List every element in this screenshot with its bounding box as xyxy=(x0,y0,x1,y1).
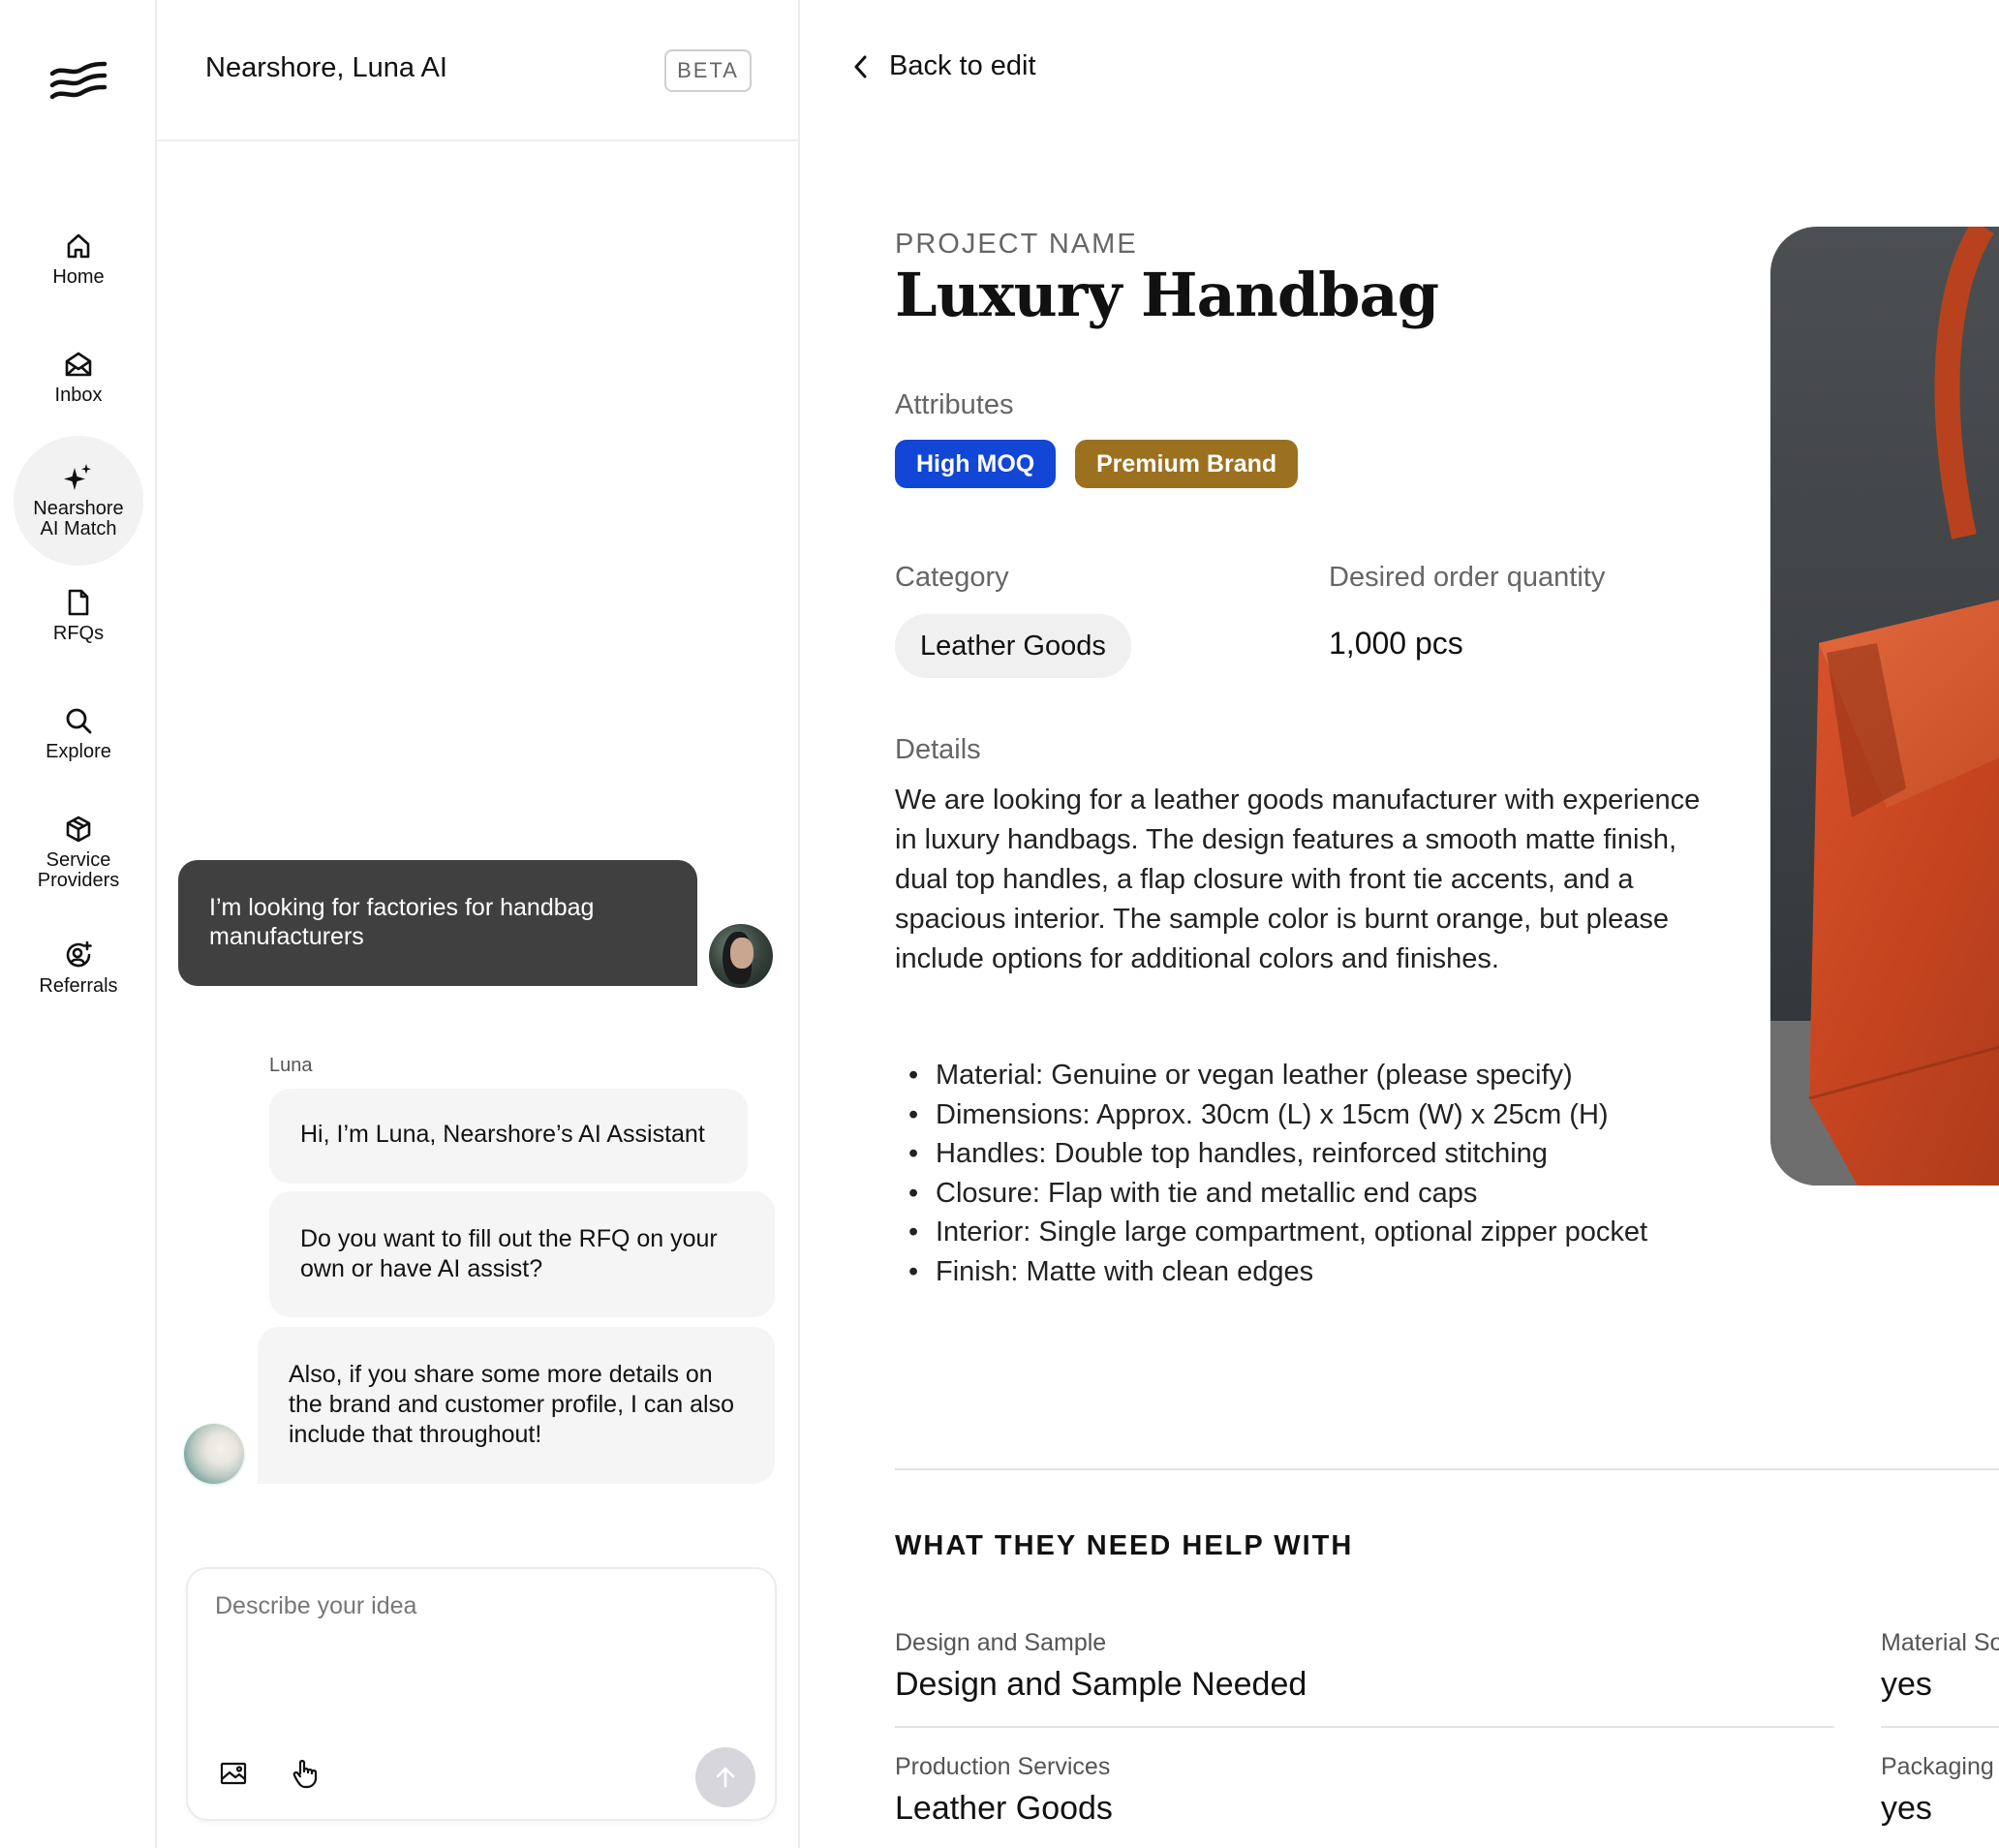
image-upload-icon[interactable] xyxy=(217,1757,250,1790)
list-item: Interior: Single large compartment, opti… xyxy=(895,1213,1747,1252)
quantity-label: Desired order quantity xyxy=(1329,562,1606,593)
product-image xyxy=(1770,227,1999,1186)
logo-icon[interactable] xyxy=(48,60,108,103)
message-input[interactable] xyxy=(215,1592,748,1738)
send-button[interactable] xyxy=(695,1747,755,1807)
nav-label: RFQs xyxy=(52,623,105,644)
nav-item-inbox[interactable]: Inbox xyxy=(14,349,143,406)
attribute-badge-premium-brand: Premium Brand xyxy=(1075,440,1299,488)
category-label: Category xyxy=(895,562,1009,593)
user-message: I’m looking for factories for handbag ma… xyxy=(178,860,697,986)
sparkle-icon xyxy=(63,462,94,493)
assistant-message: Also, if you share some more details on … xyxy=(258,1327,775,1484)
back-label: Back to edit xyxy=(889,50,1036,81)
quantity-value: 1,000 pcs xyxy=(1329,626,1463,661)
back-to-edit-button[interactable]: Back to edit xyxy=(850,50,1036,82)
search-icon xyxy=(63,705,94,736)
project-title: Luxury Handbag xyxy=(895,260,1439,330)
inbox-icon xyxy=(63,349,94,380)
list-item: Finish: Matte with clean edges xyxy=(895,1252,1747,1292)
project-name-label: PROJECT NAME xyxy=(895,229,1138,260)
nav-label: Service Providers xyxy=(37,849,120,891)
help-value: Design and Sample Needed xyxy=(895,1666,1307,1703)
chat-header: Nearshore, Luna AI BETA xyxy=(157,0,798,141)
nav-item-ai-match[interactable]: Nearshore AI Match xyxy=(14,436,143,566)
assistant-avatar xyxy=(184,1424,244,1484)
list-item: Handles: Double top handles, reinforced … xyxy=(895,1134,1747,1174)
chat-panel: Nearshore, Luna AI BETA I’m looking for … xyxy=(157,0,800,1848)
nav-item-referrals[interactable]: Referrals xyxy=(14,939,143,997)
assistant-message: Hi, I’m Luna, Nearshore’s AI Assistant xyxy=(269,1089,748,1184)
referral-icon xyxy=(63,939,94,970)
list-item: Material: Genuine or vegan leather (plea… xyxy=(895,1056,1747,1095)
list-item: Dimensions: Approx. 30cm (L) x 15cm (W) … xyxy=(895,1095,1747,1135)
nav-label: Explore xyxy=(46,741,111,762)
chat-title: Nearshore, Luna AI xyxy=(205,52,447,83)
sidebar-nav: Home Inbox Nearshore AI Match RFQs Explo… xyxy=(0,0,157,1848)
category-chip: Leather Goods xyxy=(895,614,1131,678)
row-divider xyxy=(895,1726,1834,1728)
nav-item-explore[interactable]: Explore xyxy=(14,705,143,762)
beta-badge: BETA xyxy=(664,49,752,92)
details-list: Material: Genuine or vegan leather (plea… xyxy=(895,1056,1747,1291)
help-label: Production Services xyxy=(895,1753,1111,1780)
home-icon xyxy=(63,231,94,262)
attributes-label: Attributes xyxy=(895,389,1014,420)
nav-label: Nearshore AI Match xyxy=(33,498,124,539)
nav-label: Home xyxy=(52,266,105,288)
nav-item-rfqs[interactable]: RFQs xyxy=(14,587,143,644)
nav-label: Referrals xyxy=(39,975,118,997)
help-value: yes xyxy=(1881,1790,1932,1827)
chat-composer xyxy=(186,1567,777,1821)
details-label: Details xyxy=(895,734,981,765)
list-item: Closure: Flap with tie and metallic end … xyxy=(895,1174,1747,1214)
assistant-name: Luna xyxy=(269,1055,313,1076)
help-value: yes xyxy=(1881,1666,1932,1703)
help-label: Packaging xyxy=(1881,1753,1994,1780)
details-text: We are looking for a leather goods manuf… xyxy=(895,785,1701,974)
chevron-left-icon xyxy=(854,55,867,77)
nav-item-home[interactable]: Home xyxy=(14,231,143,288)
help-label: Design and Sample xyxy=(895,1629,1107,1656)
help-value: Leather Goods xyxy=(895,1790,1113,1827)
arrow-up-icon xyxy=(716,1767,735,1788)
nav-label: Inbox xyxy=(54,385,103,406)
cube-icon xyxy=(63,814,94,845)
rfq-preview: Back to edit PROJECT NAME Luxury Handbag… xyxy=(800,0,1999,1848)
nav-item-service-providers[interactable]: Service Providers xyxy=(14,814,143,891)
row-divider xyxy=(1881,1726,1999,1728)
attribute-badge-high-moq: High MOQ xyxy=(895,440,1057,488)
pointer-hand-icon[interactable] xyxy=(289,1757,322,1790)
user-avatar xyxy=(709,924,773,988)
handbag-illustration xyxy=(1770,227,1999,1186)
document-icon xyxy=(63,587,94,618)
help-label: Material So xyxy=(1881,1629,1999,1656)
assistant-message: Do you want to fill out the RFQ on your … xyxy=(269,1191,775,1317)
help-section-title: WHAT THEY NEED HELP WITH xyxy=(895,1530,1354,1561)
section-divider xyxy=(895,1468,1999,1470)
